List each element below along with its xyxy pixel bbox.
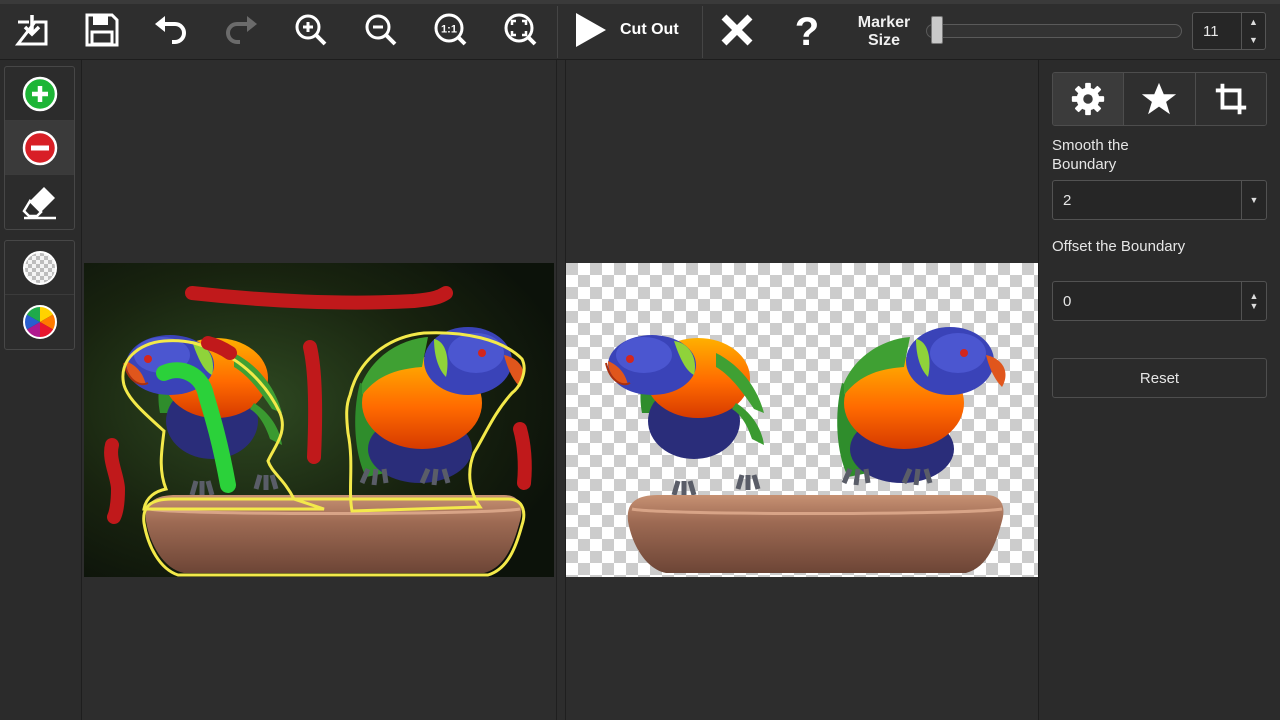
stepper-up-icon[interactable]: ▲	[1242, 13, 1265, 31]
tab-effects[interactable]	[1124, 73, 1196, 125]
marker-tool-group	[4, 66, 75, 230]
crop-icon	[1215, 83, 1247, 115]
background-tool-group	[4, 240, 75, 350]
svg-text:?: ?	[795, 10, 819, 50]
properties-tabs	[1052, 72, 1267, 126]
svg-text:1:1: 1:1	[441, 24, 457, 36]
tab-settings[interactable]	[1053, 73, 1125, 125]
zoom-in-button[interactable]	[286, 6, 336, 54]
zoom-out-button[interactable]	[356, 6, 406, 54]
result-image	[566, 263, 1038, 577]
stepper-up-icon[interactable]: ▲	[1250, 291, 1259, 301]
star-icon	[1142, 82, 1177, 115]
fit-screen-button[interactable]	[496, 6, 546, 54]
parrots-cutout-image	[566, 263, 1038, 577]
stepper-arrows: ▲ ▼	[1241, 282, 1266, 320]
smooth-boundary-label: Smooth the Boundary	[1052, 137, 1129, 173]
stepper-arrows: ▲ ▼	[1241, 13, 1265, 49]
close-button[interactable]	[712, 6, 762, 54]
close-icon	[721, 14, 753, 46]
add-marker-tool[interactable]	[5, 67, 74, 121]
transparent-background-tool[interactable]	[5, 241, 74, 295]
source-canvas[interactable]	[82, 60, 556, 720]
gear-icon	[1072, 82, 1105, 116]
canvas-divider[interactable]	[556, 60, 566, 720]
chevron-down-icon: ▼	[1241, 181, 1266, 219]
fit-screen-icon	[504, 13, 537, 46]
marker-label-line1: Marker	[857, 14, 911, 31]
toolbar: 1:1 Cut Out ? Marker Size 11 ▲ ▼	[0, 0, 1280, 60]
redo-icon	[226, 16, 257, 44]
cut-out-label: Cut Out	[620, 21, 679, 38]
marker-size-label: Marker Size	[848, 14, 920, 50]
smooth-boundary-select[interactable]: 2 ▼	[1052, 180, 1267, 220]
properties-panel: Smooth the Boundary 2 ▼ Offset the Bound…	[1038, 60, 1280, 720]
marker-size-slider-thumb[interactable]	[930, 16, 943, 44]
stepper-down-icon[interactable]: ▼	[1250, 301, 1259, 311]
eraser-tool[interactable]	[5, 175, 74, 229]
remove-marker-stroke	[104, 438, 126, 524]
zoom-in-icon	[295, 14, 327, 46]
toolbar-separator	[557, 6, 558, 58]
import-icon	[14, 15, 48, 46]
minus-circle-icon	[22, 130, 57, 165]
undo-icon	[155, 16, 186, 44]
save-button[interactable]	[77, 6, 127, 54]
marker-size-slider[interactable]	[926, 24, 1182, 38]
zoom-out-icon	[365, 14, 397, 46]
actual-size-icon: 1:1	[434, 13, 467, 46]
result-canvas[interactable]	[566, 60, 1038, 720]
plus-circle-icon	[22, 76, 57, 111]
remove-marker-stroke	[513, 422, 532, 490]
marker-label-line2: Size	[867, 32, 900, 49]
smooth-boundary-value: 2	[1063, 192, 1072, 209]
redo-button[interactable]	[216, 6, 266, 54]
source-image[interactable]	[84, 263, 554, 577]
tab-crop[interactable]	[1195, 73, 1266, 125]
open-image-button[interactable]	[7, 6, 57, 54]
offset-boundary-label: Offset the Boundary	[1052, 238, 1186, 255]
eraser-icon	[21, 187, 56, 220]
offset-boundary-value[interactable]: 0	[1063, 293, 1071, 310]
marker-size-stepper[interactable]: 11 ▲ ▼	[1192, 12, 1266, 50]
help-icon: ?	[795, 10, 819, 50]
cut-out-button[interactable]: Cut Out	[570, 6, 698, 54]
tool-panel	[0, 60, 82, 720]
remove-marker-stroke	[303, 340, 323, 464]
transparency-icon	[22, 250, 57, 285]
toolbar-top-border	[0, 0, 1280, 4]
actual-size-button[interactable]: 1:1	[426, 6, 476, 54]
color-wheel-icon	[22, 305, 57, 339]
help-button[interactable]: ?	[782, 6, 832, 54]
remove-marker-tool[interactable]	[5, 121, 74, 175]
offset-boundary-stepper[interactable]: 0 ▲ ▼	[1052, 281, 1267, 321]
floppy-disk-icon	[85, 13, 119, 47]
reset-button[interactable]: Reset	[1052, 358, 1267, 398]
color-background-tool[interactable]	[5, 295, 74, 349]
toolbar-separator	[702, 6, 703, 58]
undo-button[interactable]	[146, 6, 196, 54]
stepper-down-icon[interactable]: ▼	[1242, 31, 1265, 49]
parrots-marked-image	[84, 263, 554, 577]
marker-size-value[interactable]: 11	[1203, 23, 1219, 40]
play-icon	[576, 13, 606, 47]
